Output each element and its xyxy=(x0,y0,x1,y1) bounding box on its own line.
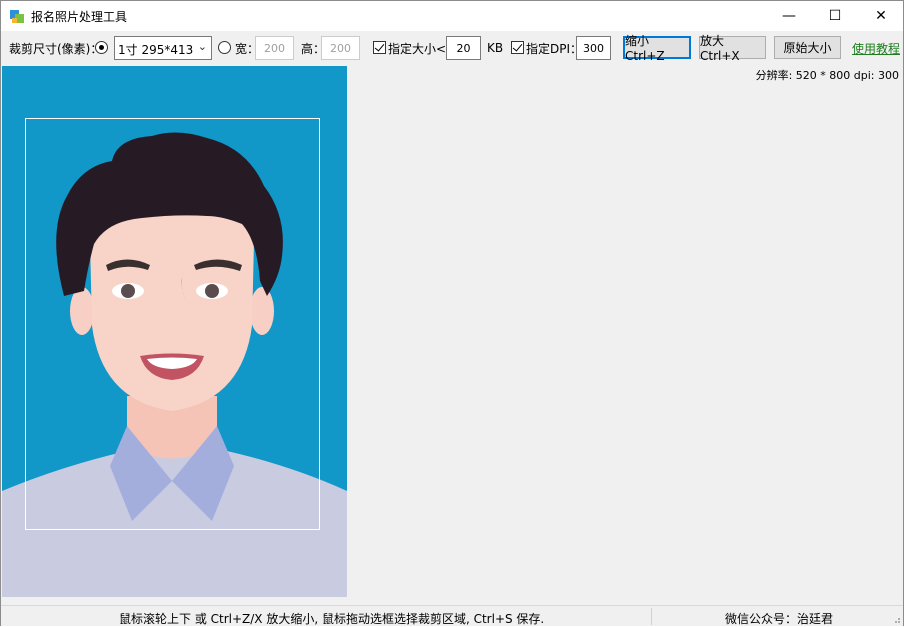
toolbar: 裁剪尺寸(像素)： 1寸 295*413 ⌄ 宽： 200 高： 200 指定大… xyxy=(1,31,903,65)
dpi-input[interactable]: 300 xyxy=(576,36,611,60)
photo-preview[interactable] xyxy=(2,66,347,597)
preset-size-radio[interactable] xyxy=(95,41,108,54)
app-window: 报名照片处理工具 — ☐ ✕ 裁剪尺寸(像素)： 1寸 295*413 ⌄ 宽：… xyxy=(0,0,904,626)
crop-size-label: 裁剪尺寸(像素)： xyxy=(9,41,103,56)
tutorial-link[interactable]: 使用教程 xyxy=(852,40,900,57)
width-input[interactable]: 200 xyxy=(255,36,294,60)
dpi-checkbox[interactable] xyxy=(511,41,524,54)
title-bar: 报名照片处理工具 — ☐ ✕ xyxy=(1,1,903,31)
zoom-out-button[interactable]: 缩小 Ctrl+Z xyxy=(623,34,691,63)
maximize-icon: ☐ xyxy=(828,8,842,24)
status-wechat: 微信公众号：治廷君 xyxy=(725,612,834,626)
custom-size-radio[interactable] xyxy=(218,41,231,54)
close-button[interactable]: ✕ xyxy=(858,1,904,31)
maximize-button[interactable]: ☐ xyxy=(812,1,858,31)
resize-grip-icon[interactable] xyxy=(891,614,901,624)
dpi-label: 指定DPI： xyxy=(526,41,583,56)
preset-size-select[interactable]: 1寸 295*413 ⌄ xyxy=(114,36,212,60)
minimize-icon: — xyxy=(782,8,796,24)
size-limit-input[interactable]: 20 xyxy=(446,36,481,60)
minimize-button[interactable]: — xyxy=(766,1,812,31)
status-hint: 鼠标滚轮上下 或 Ctrl+Z/X 放大缩小, 鼠标拖动选框选择裁剪区域, Ct… xyxy=(119,612,545,626)
app-icon xyxy=(10,10,24,23)
status-divider xyxy=(651,608,652,625)
ear-right xyxy=(250,287,274,335)
zoom-in-button[interactable]: 放大 Ctrl+X xyxy=(699,34,766,63)
iris-right xyxy=(205,284,219,298)
size-limit-checkbox[interactable] xyxy=(373,41,386,54)
close-icon: ✕ xyxy=(875,8,887,24)
status-bar: 鼠标滚轮上下 或 Ctrl+Z/X 放大缩小, 鼠标拖动选框选择裁剪区域, Ct… xyxy=(1,605,903,626)
iris-left xyxy=(121,284,135,298)
ear-left xyxy=(70,287,94,335)
chevron-down-icon: ⌄ xyxy=(197,40,207,53)
resolution-info: 分辨率: 520 * 800 dpi: 300 xyxy=(755,69,899,82)
canvas-area[interactable]: 分辨率: 520 * 800 dpi: 300 xyxy=(1,65,903,605)
height-input[interactable]: 200 xyxy=(321,36,360,60)
shirt xyxy=(2,451,347,597)
preset-size-value: 1寸 295*413 xyxy=(118,43,194,57)
original-size-button[interactable]: 原始大小 xyxy=(774,36,841,59)
size-limit-label: 指定大小< xyxy=(388,41,447,56)
window-title: 报名照片处理工具 xyxy=(31,10,128,24)
size-unit-label: KB xyxy=(487,41,504,55)
